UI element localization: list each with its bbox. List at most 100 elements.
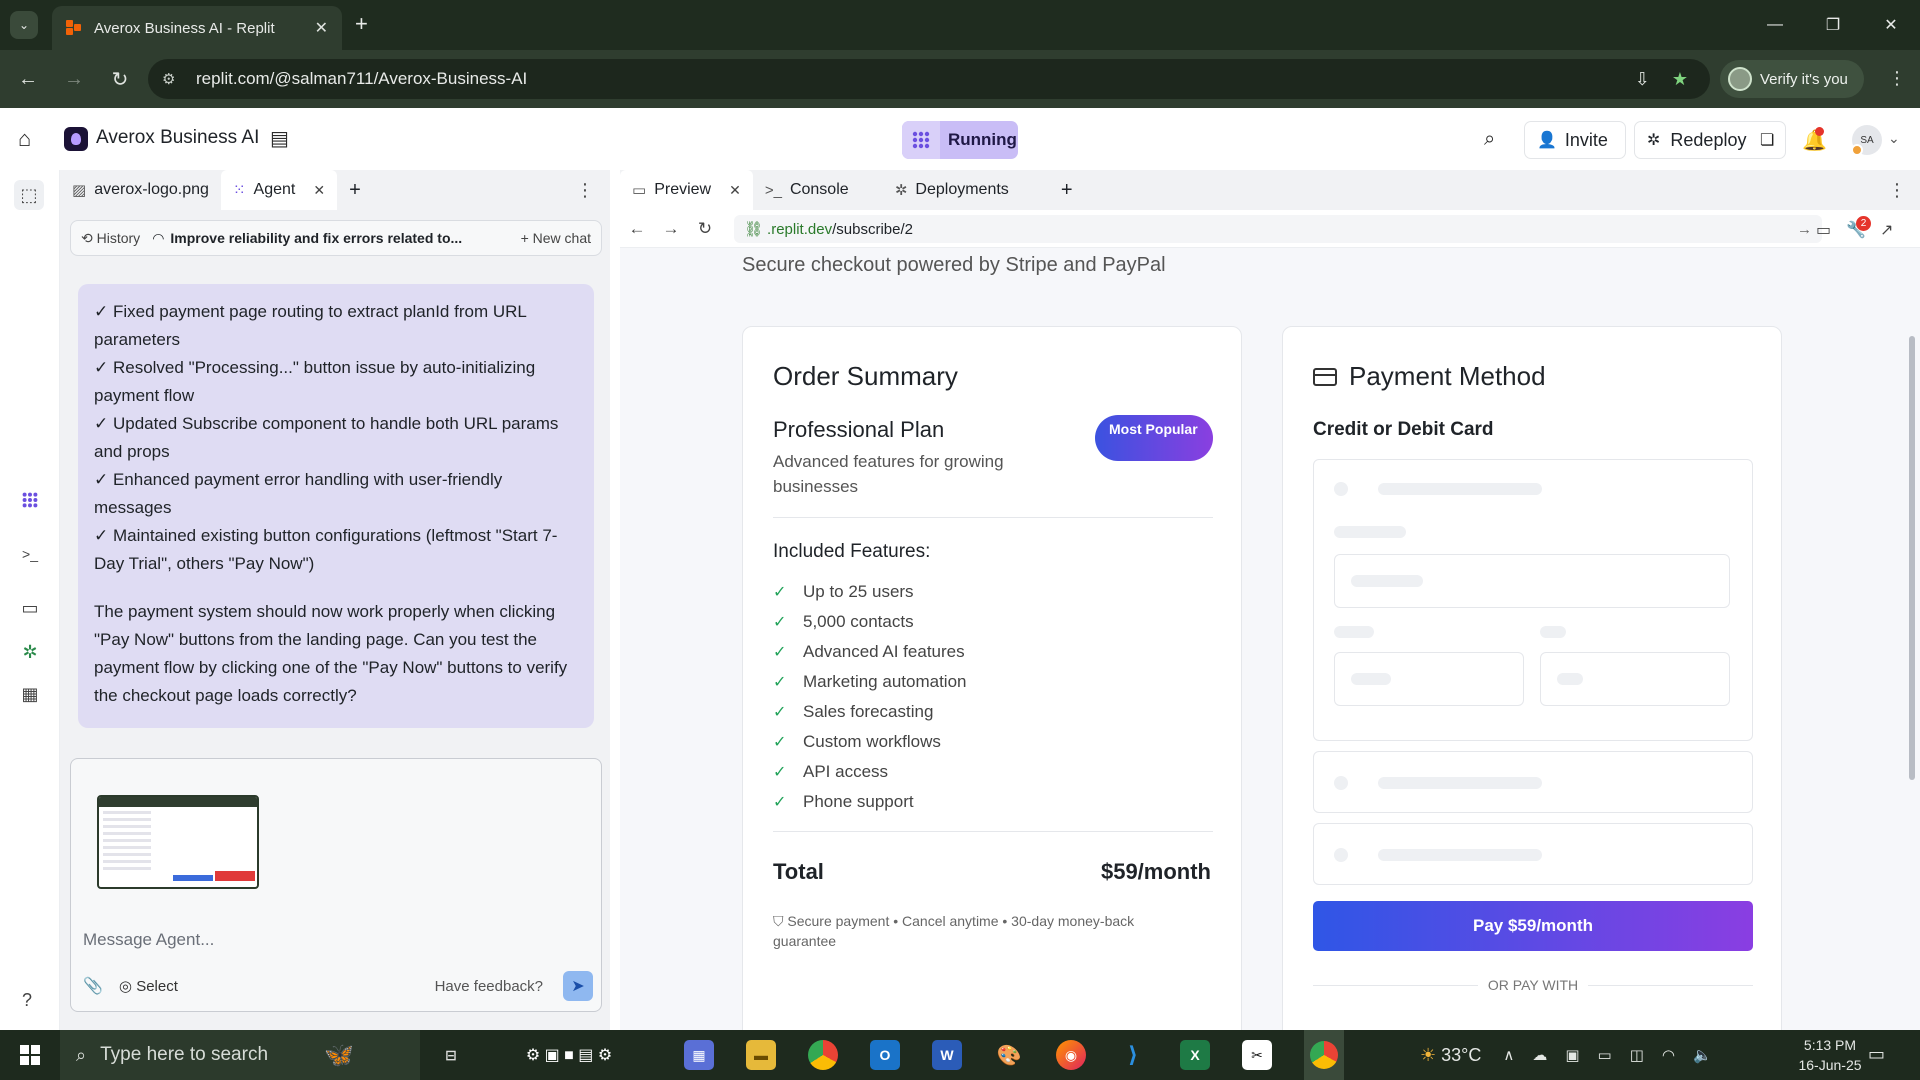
chevron-up-icon[interactable]: ∧ <box>1503 1046 1514 1064</box>
agent-menu-icon[interactable]: ⋮ <box>576 180 594 201</box>
tab-search-button[interactable]: ⌄ <box>10 11 38 39</box>
invite-button[interactable]: 👤 Invite <box>1524 121 1626 159</box>
order-summary-card: Order Summary Professional Plan Advanced… <box>742 326 1242 1030</box>
tab-agent[interactable]: ⁙ Agent ✕ <box>220 170 338 210</box>
word-icon[interactable]: W <box>932 1040 962 1070</box>
action-center-icon[interactable]: ▭ <box>1868 1044 1885 1065</box>
pinned-tools-icons[interactable]: ⚙ ▣ ■ ▤ ⚙ <box>494 1040 644 1070</box>
console-tool-icon[interactable]: >_ <box>18 542 42 566</box>
open-new-window-icon[interactable]: ↗ <box>1880 220 1893 240</box>
message-input[interactable] <box>83 927 583 953</box>
cvc-field[interactable] <box>1540 652 1730 706</box>
onedrive-icon[interactable]: ☁ <box>1532 1046 1547 1064</box>
send-button[interactable]: ➤ <box>563 971 593 1001</box>
outlook-icon[interactable]: O <box>870 1040 900 1070</box>
expiry-field[interactable] <box>1334 652 1524 706</box>
store-icon[interactable]: ▦ <box>684 1040 714 1070</box>
card-form-skeleton <box>1313 459 1753 741</box>
browser-menu-icon[interactable]: ⋮ <box>1888 68 1906 89</box>
all-tools-icon[interactable]: ▦ <box>18 682 42 706</box>
verify-profile-button[interactable]: Verify it's you <box>1720 60 1864 98</box>
tab-preview[interactable]: ▭ Preview ✕ <box>620 170 753 210</box>
close-tab-icon[interactable]: ✕ <box>313 182 325 199</box>
home-icon[interactable]: ⌂ <box>18 126 31 152</box>
history-button[interactable]: ⟲ History <box>81 230 140 247</box>
wifi-icon[interactable]: ◠ <box>1662 1046 1675 1064</box>
go-arrow-icon[interactable]: → <box>1797 221 1812 238</box>
system-clock[interactable]: 5:13 PM 16-Jun-25 <box>1794 1035 1866 1075</box>
feedback-link[interactable]: Have feedback? <box>435 978 543 995</box>
close-tab-icon[interactable]: ✕ <box>315 18 328 38</box>
forward-button[interactable]: → <box>56 61 92 97</box>
preview-tool-icon[interactable]: ▭ <box>18 596 42 620</box>
card-number-field[interactable] <box>1334 554 1730 608</box>
multiplayer-icon[interactable]: ❏ <box>1760 130 1774 150</box>
preview-back-icon[interactable]: ← <box>620 219 654 239</box>
active-chrome-icon[interactable] <box>1304 1030 1344 1080</box>
new-chat-button[interactable]: + New chat <box>521 230 591 246</box>
weather-widget[interactable]: ☀ 33°C <box>1420 1045 1481 1066</box>
deployments-tool-icon[interactable]: ✲ <box>18 640 42 664</box>
meet-icon[interactable]: ▣ <box>1565 1046 1579 1064</box>
tab-deployments[interactable]: ✲ Deployments <box>883 170 1049 210</box>
select-button[interactable]: ◎ Select <box>119 977 435 995</box>
composer-toolbar: 📎 ◎ Select Have feedback? ➤ <box>83 971 593 1001</box>
start-button[interactable] <box>0 1030 60 1080</box>
chrome-icon[interactable] <box>808 1040 838 1070</box>
camera-icon[interactable]: ◫ <box>1630 1046 1644 1064</box>
attachment-thumbnail[interactable] <box>97 795 259 889</box>
battery-icon[interactable]: ▭ <box>1598 1046 1612 1064</box>
restore-icon[interactable]: ❐ <box>1804 15 1862 35</box>
reload-button[interactable]: ↻ <box>102 61 138 97</box>
attach-icon[interactable]: 📎 <box>83 976 103 996</box>
repl-files-icon[interactable]: ▤ <box>270 126 289 151</box>
tab-console[interactable]: >_ Console <box>753 170 883 210</box>
close-window-icon[interactable]: ✕ <box>1862 15 1920 35</box>
minimize-icon[interactable]: — <box>1746 16 1804 34</box>
volume-icon[interactable]: 🔈 <box>1693 1046 1712 1064</box>
agent-tool-icon[interactable] <box>18 488 42 512</box>
device-icon[interactable]: ▭ <box>1816 220 1831 240</box>
new-tab-button[interactable]: + <box>355 12 368 36</box>
address-bar[interactable]: ⚙ replit.com/@salman711/Averox-Business-… <box>148 59 1710 99</box>
back-button[interactable]: ← <box>10 61 46 97</box>
bookmark-star-icon[interactable]: ★ <box>1672 69 1688 90</box>
preview-reload-icon[interactable]: ↻ <box>688 219 722 239</box>
repl-name[interactable]: Averox Business AI <box>96 127 259 149</box>
vscode-icon[interactable]: ⟩ <box>1118 1040 1148 1070</box>
chat-title[interactable]: Improve reliability and fix errors relat… <box>170 230 520 246</box>
tab-label: Agent <box>253 181 296 198</box>
chevron-down-icon[interactable]: ⌄ <box>1888 130 1900 147</box>
close-tab-icon[interactable]: ✕ <box>729 182 741 199</box>
devtools-badge: 2 <box>1856 216 1871 231</box>
preview-forward-icon[interactable]: → <box>654 219 688 239</box>
new-chat-label: New chat <box>532 230 591 246</box>
site-info-icon[interactable]: ⚙ <box>162 70 184 88</box>
select-element-icon[interactable]: ⬚ <box>14 180 44 210</box>
preview-scrollbar[interactable] <box>1904 248 1920 1030</box>
help-icon[interactable]: ? <box>22 990 32 1011</box>
paint-icon[interactable]: 🎨 <box>994 1040 1024 1070</box>
capcut-icon[interactable]: ✂ <box>1242 1040 1272 1070</box>
tab-averox-logo[interactable]: ▨ averox-logo.png <box>60 170 221 210</box>
payment-option-skeleton[interactable] <box>1313 823 1753 885</box>
address-url[interactable]: replit.com/@salman711/Averox-Business-AI <box>196 69 1635 89</box>
excel-icon[interactable]: X <box>1180 1040 1210 1070</box>
pay-button[interactable]: Pay $59/month <box>1313 901 1753 951</box>
firefox-icon[interactable]: ◉ <box>1056 1040 1086 1070</box>
clock-date: 16-Jun-25 <box>1798 1057 1862 1073</box>
browser-tab[interactable]: Averox Business AI - Replit ✕ <box>52 6 342 50</box>
preview-url-field[interactable]: ⛓ .replit.dev /subscribe/2 → <box>734 215 1822 243</box>
preview-menu-icon[interactable]: ⋮ <box>1888 180 1906 201</box>
search-icon[interactable]: ⌕ <box>1484 128 1495 151</box>
payment-option-skeleton[interactable] <box>1313 751 1753 813</box>
run-button[interactable]: Running <box>902 121 1018 159</box>
install-app-icon[interactable]: ⇩ <box>1635 69 1650 90</box>
preview-pane-tabs: ▭ Preview ✕ >_ Console ✲ Deployments + ⋮ <box>620 170 1920 210</box>
or-pay-with-label: OR PAY WITH <box>1487 977 1579 993</box>
file-explorer-icon[interactable]: ▬ <box>746 1040 776 1070</box>
add-tab-button[interactable]: + <box>1049 170 1085 210</box>
add-tab-button[interactable]: + <box>337 170 373 210</box>
taskbar-search[interactable]: ⌕ Type here to search 🦋 <box>60 1030 420 1080</box>
task-view-icon[interactable]: ⊟ <box>436 1040 466 1070</box>
